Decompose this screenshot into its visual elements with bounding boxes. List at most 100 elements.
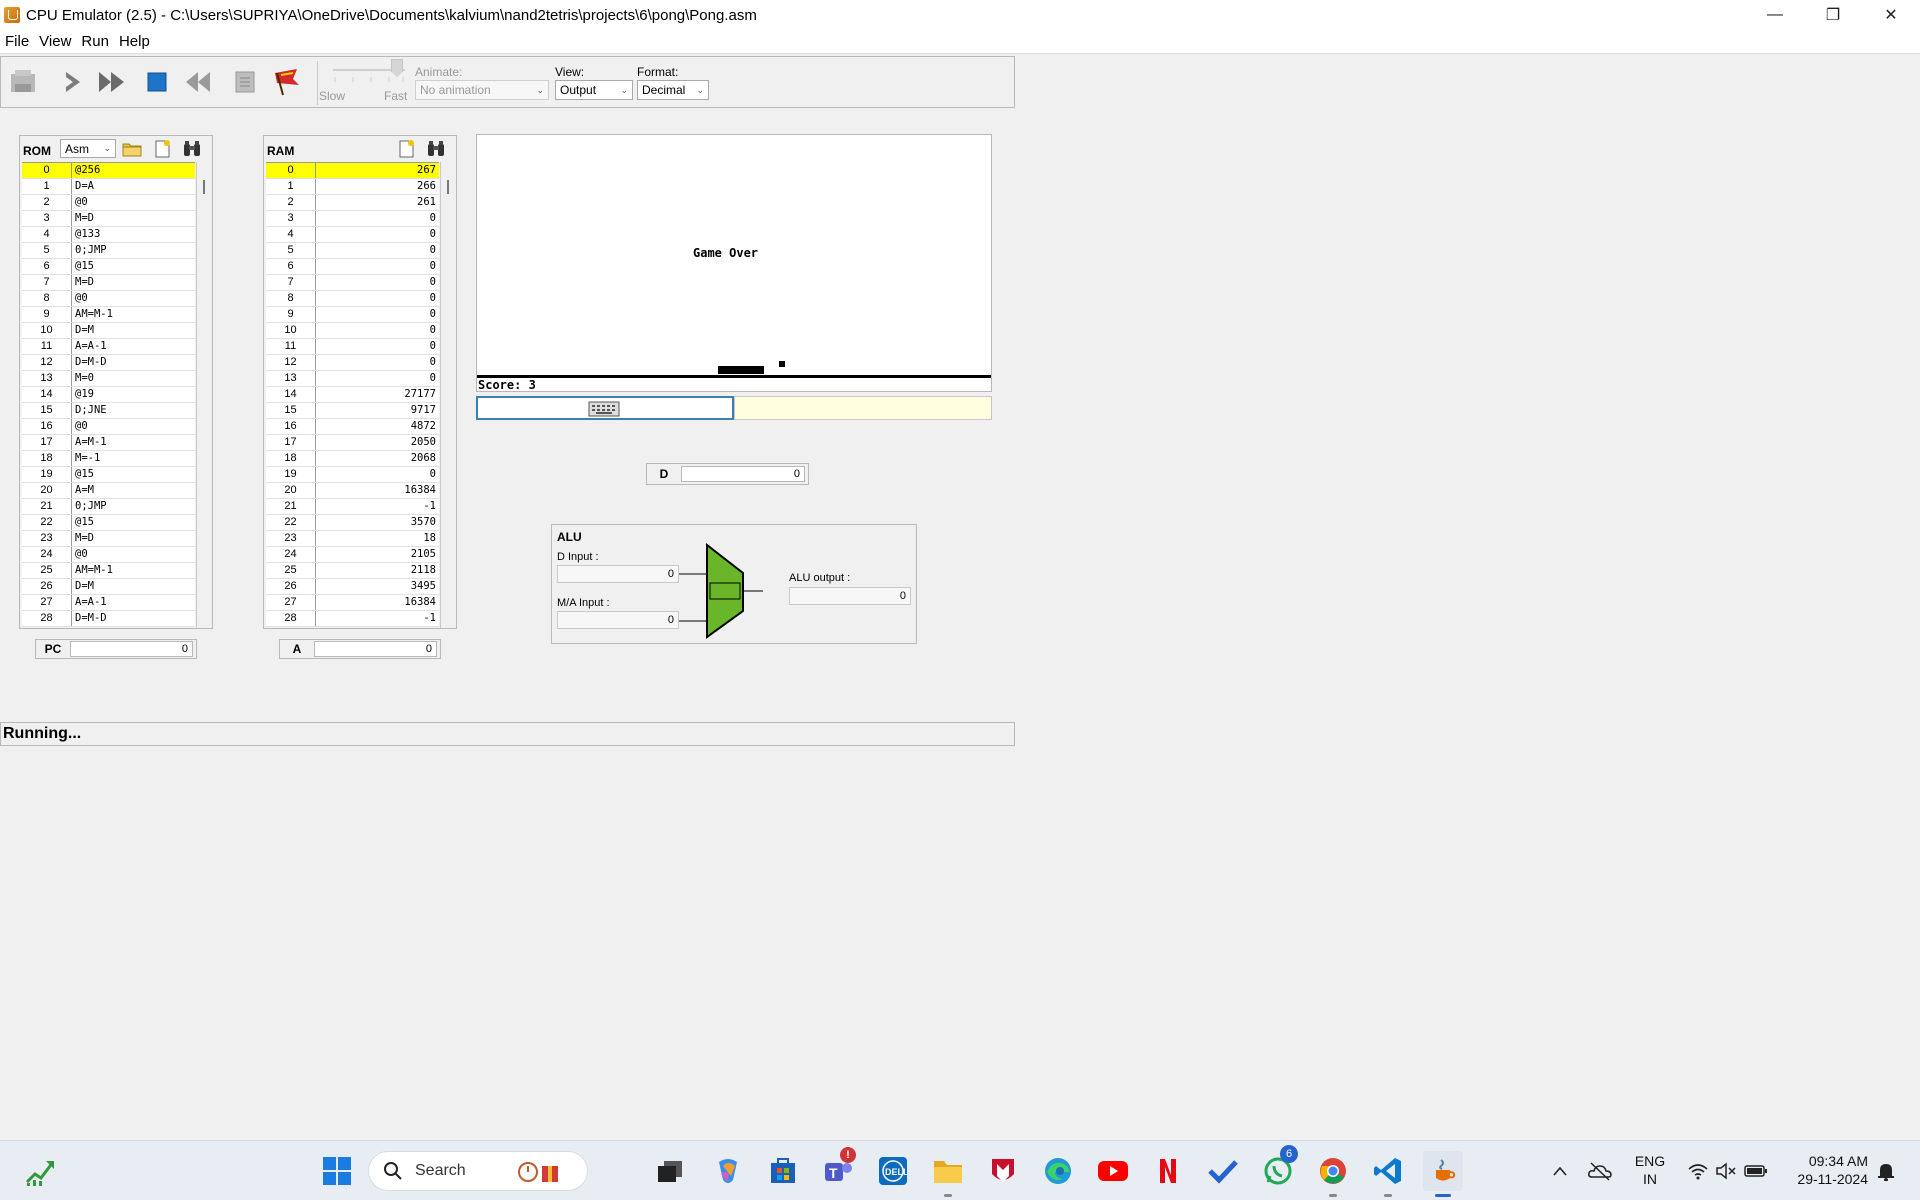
menu-file[interactable]: File [0, 33, 34, 50]
ram-value[interactable]: 0 [316, 371, 439, 386]
rom-value[interactable]: M=D [72, 211, 195, 226]
speed-slider-thumb[interactable] [391, 59, 403, 77]
todo-icon[interactable] [1203, 1151, 1243, 1191]
ram-value[interactable]: 2068 [316, 451, 439, 466]
ram-row[interactable]: 15 9717 [266, 403, 439, 419]
ram-row[interactable]: 28 -1 [266, 611, 439, 627]
ram-table[interactable]: 0 267 1 266 2 261 3 0 4 0 5 0 6 0 7 0 8 0 9 0 10 0 11 0 12 0 13 0 14… [266, 162, 439, 627]
ram-value[interactable]: 0 [316, 307, 439, 322]
ram-row[interactable]: 40 [266, 227, 439, 243]
rom-row[interactable]: 14 @19 [22, 387, 195, 403]
animate-select[interactable]: No animation ⌄ [415, 80, 549, 100]
ram-value[interactable]: 0 [316, 227, 439, 242]
ram-value[interactable]: 0 [316, 259, 439, 274]
ram-row[interactable]: 0 267 [266, 163, 439, 179]
ram-row[interactable]: 60 [266, 259, 439, 275]
netflix-icon[interactable] [1148, 1151, 1188, 1191]
ram-row[interactable]: 50 [266, 243, 439, 259]
rom-value[interactable]: @133 [72, 227, 195, 242]
rom-format-select[interactable]: Asm ⌄ [60, 139, 116, 158]
ram-value[interactable]: 0 [316, 211, 439, 226]
java-taskbar-icon[interactable] [1423, 1151, 1463, 1197]
ram-value[interactable]: 9717 [316, 403, 439, 418]
rom-value[interactable]: A=A-1 [72, 595, 195, 610]
ram-value[interactable]: 0 [316, 323, 439, 338]
ram-row[interactable]: 11 0 [266, 339, 439, 355]
clear-rom-icon[interactable] [150, 138, 174, 160]
ram-row[interactable]: 19 0 [266, 467, 439, 483]
ram-row[interactable]: 20 16384 [266, 483, 439, 499]
teams-icon[interactable]: T ! [818, 1147, 858, 1191]
rom-value[interactable]: 0;JMP [72, 243, 195, 258]
ram-row[interactable]: 22 3570 [266, 515, 439, 531]
rom-value[interactable]: @19 [72, 387, 195, 402]
rom-value[interactable]: @15 [72, 467, 195, 482]
view-select[interactable]: Output ⌄ [555, 80, 633, 100]
rom-row[interactable]: 22 @15 [22, 515, 195, 531]
ram-row[interactable]: 17 2050 [266, 435, 439, 451]
ram-row[interactable]: 80 [266, 291, 439, 307]
breakpoint-flag-icon[interactable] [269, 65, 305, 99]
load-program-icon[interactable] [5, 65, 41, 99]
ram-row[interactable]: 25 2118 [266, 563, 439, 579]
ram-value[interactable]: 3495 [316, 579, 439, 594]
ram-value[interactable]: 2050 [316, 435, 439, 450]
pc-value[interactable]: 0 [70, 641, 193, 657]
d-value[interactable]: 0 [681, 466, 805, 482]
ram-row[interactable]: 10 0 [266, 323, 439, 339]
onedrive-sync-icon[interactable] [1582, 1151, 1618, 1191]
ram-value[interactable]: 18 [316, 531, 439, 546]
rom-row[interactable]: 18 M=-1 [22, 451, 195, 467]
ram-row[interactable]: 18 2068 [266, 451, 439, 467]
ram-row[interactable]: 14 27177 [266, 387, 439, 403]
ram-row[interactable]: 16 4872 [266, 419, 439, 435]
rom-scrollbar[interactable] [196, 162, 212, 628]
rom-row[interactable]: 2 @0 [22, 195, 195, 211]
rom-value[interactable]: D;JNE [72, 403, 195, 418]
ram-value[interactable]: 27177 [316, 387, 439, 402]
rom-value[interactable]: @15 [72, 259, 195, 274]
ram-value[interactable]: 0 [316, 467, 439, 482]
ram-value[interactable]: 16384 [316, 483, 439, 498]
rom-value[interactable]: @0 [72, 547, 195, 562]
ram-value[interactable]: 0 [316, 339, 439, 354]
ram-row[interactable]: 13 0 [266, 371, 439, 387]
youtube-icon[interactable] [1093, 1151, 1133, 1191]
ram-value[interactable]: -1 [316, 499, 439, 514]
rom-row[interactable]: 9 AM=M-1 [22, 307, 195, 323]
rom-value[interactable]: D=M [72, 323, 195, 338]
ram-row[interactable]: 23 18 [266, 531, 439, 547]
mcafee-icon[interactable] [983, 1151, 1023, 1191]
rom-scrollbar-thumb[interactable] [203, 180, 205, 194]
rom-value[interactable]: M=-1 [72, 451, 195, 466]
ram-value[interactable]: -1 [316, 611, 439, 626]
copilot-icon[interactable] [708, 1151, 748, 1191]
rom-value[interactable]: D=M-D [72, 611, 195, 626]
rom-row[interactable]: 7 M=D [22, 275, 195, 291]
rom-value[interactable]: D=A [72, 179, 195, 194]
rom-row[interactable]: 16 @0 [22, 419, 195, 435]
a-value[interactable]: 0 [314, 641, 437, 657]
fast-forward-icon[interactable] [95, 65, 131, 99]
rom-row[interactable]: 3 M=D [22, 211, 195, 227]
ram-row[interactable]: 26 3495 [266, 579, 439, 595]
ram-scrollbar[interactable] [440, 162, 456, 628]
rom-row[interactable]: 6 @15 [22, 259, 195, 275]
rom-value[interactable]: @15 [72, 515, 195, 530]
ram-value[interactable]: 4872 [316, 419, 439, 434]
minimize-button[interactable]: — [1746, 0, 1804, 30]
binoculars-icon[interactable] [180, 138, 204, 160]
menu-view[interactable]: View [34, 33, 76, 50]
rom-row[interactable]: 10 D=M [22, 323, 195, 339]
ram-row[interactable]: 70 [266, 275, 439, 291]
ram-row[interactable]: 27 16384 [266, 595, 439, 611]
menu-help[interactable]: Help [114, 33, 155, 50]
rom-value[interactable]: A=M-1 [72, 435, 195, 450]
keyboard-input[interactable] [476, 396, 734, 420]
rom-row[interactable]: 17 A=M-1 [22, 435, 195, 451]
format-select[interactable]: Decimal ⌄ [637, 80, 709, 100]
clock[interactable]: 09:34 AM 29-11-2024 [1782, 1152, 1868, 1188]
ram-value[interactable]: 2118 [316, 563, 439, 578]
rom-row[interactable]: 0 @256 [22, 163, 195, 179]
close-button[interactable]: ✕ [1862, 0, 1920, 30]
